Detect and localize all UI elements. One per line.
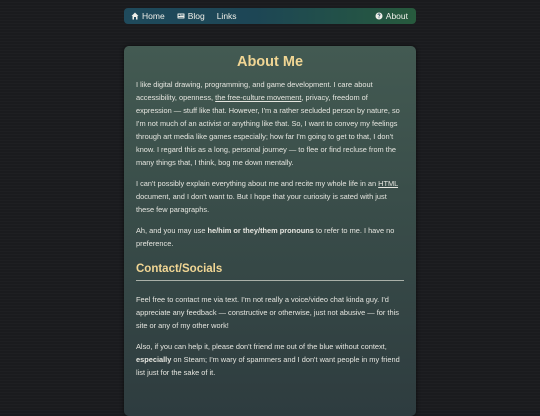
- contact-paragraph-2: Also, if you can help it, please don't f…: [136, 342, 400, 377]
- nav-links-label: Links: [216, 11, 237, 21]
- top-navbar: Home Blog Links About: [124, 8, 416, 24]
- especially-emphasis: especially: [136, 355, 172, 364]
- nav-blog-link[interactable]: Blog: [171, 8, 211, 24]
- question-circle-icon: [375, 12, 383, 20]
- pronouns-paragraph: Ah, and you may use he/him or they/them …: [136, 226, 395, 248]
- nav-links-link[interactable]: Links: [211, 8, 243, 24]
- html-abbreviation: HTML: [378, 179, 399, 188]
- pronouns-emphasis: he/him or they/them pronouns: [207, 226, 314, 235]
- free-culture-link[interactable]: the free-culture movement: [215, 93, 301, 102]
- nav-blog-label: Blog: [187, 11, 205, 21]
- nav-home-link[interactable]: Home: [124, 8, 171, 24]
- newspaper-icon: [177, 13, 185, 19]
- about-paragraph-2: I can't possibly explain everything abou…: [136, 179, 399, 214]
- about-heading: About Me: [236, 54, 304, 70]
- contact-paragraph-1: Feel free to contact me via text. I'm no…: [136, 295, 399, 330]
- contact-heading: Contact/Socials: [136, 262, 404, 281]
- about-paragraph-1: I like digital drawing, programming, and…: [136, 80, 400, 167]
- nav-home-label: Home: [142, 11, 165, 21]
- content-panel: About Me I like digital drawing, program…: [124, 46, 416, 416]
- nav-about-label: About: [385, 11, 408, 21]
- nav-about-link[interactable]: About: [369, 8, 416, 24]
- home-icon: [131, 12, 139, 20]
